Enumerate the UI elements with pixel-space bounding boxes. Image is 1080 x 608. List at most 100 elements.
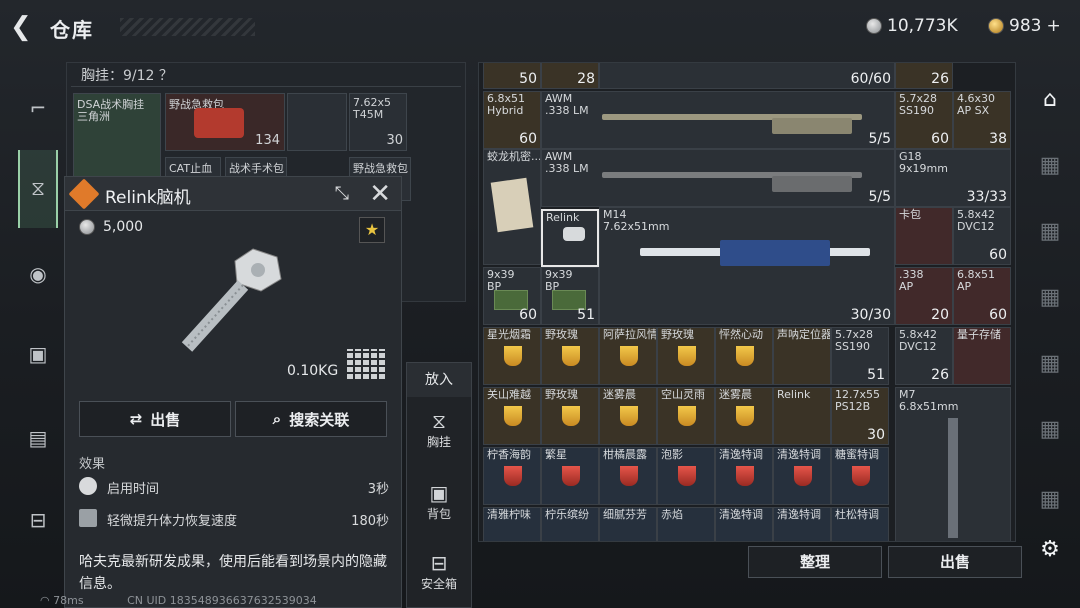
inventory-item-awm[interactable]: AWM .338 LM 5/5 [541,91,895,149]
tab-storage-4[interactable]: ▦ [1032,148,1068,184]
inventory-item[interactable]: 野玫瑰 [657,327,715,385]
first-aid-kit-slot[interactable]: 野战急救包 134 [165,93,285,151]
inventory-item[interactable]: 清逸特调 [773,507,831,541]
inventory-item[interactable]: 26 [895,63,953,89]
inventory-item[interactable]: 12.7x55 PS12B 30 [831,387,889,445]
ammo-slot[interactable]: 7.62x5 T45M 30 [349,93,407,151]
inventory-item[interactable]: 柠香海韵 [483,447,541,505]
inventory-item-relink-selected[interactable]: Relink [541,209,599,267]
inventory-item[interactable]: 关山难越 [483,387,541,445]
inventory-item[interactable]: 糖蜜特调 [831,447,889,505]
inventory-item[interactable]: 杜松特调 [831,507,889,541]
search-related-button[interactable]: ⌕ 搜索关联 [235,401,387,437]
inventory-item[interactable]: 空山灵雨 [657,387,715,445]
settings-gear-icon[interactable]: ⚙ [1032,532,1068,568]
sidebar-item-case[interactable]: ▤ [18,418,58,458]
inventory-item[interactable]: 5.7x28 SS190 51 [831,327,889,385]
tab-storage[interactable]: ▦ [1032,280,1068,316]
sidebar-item-helmet[interactable]: ◉ [18,254,58,294]
rifle-icon [948,418,958,538]
inventory-item[interactable]: 赤焰 [657,507,715,541]
storage-icon: ▦ [1039,487,1061,512]
inventory-item[interactable]: 细腻芬芳 [599,507,657,541]
inventory-item[interactable]: 清逸特调 [715,507,773,541]
tab-storage[interactable]: ▦ [1032,412,1068,448]
inventory-item-m7[interactable]: M7 6.8x51mm [895,387,1011,541]
inventory-item[interactable]: 4.6x30 AP SX 38 [953,91,1011,149]
sell-icon: ⇄ [129,410,143,428]
inventory-item[interactable]: 柠乐缤纷 [541,507,599,541]
inventory-item-g18[interactable]: G18 9x19mm 33/33 [895,149,1011,207]
silver-coin-icon [866,18,882,34]
sell-all-button[interactable]: 出售 [888,546,1022,578]
inventory-item[interactable]: Relink [773,387,831,445]
silver-currency: 10,773K [866,16,958,36]
silver-coin-icon [79,219,95,235]
vest-icon: ⧖ [30,176,46,200]
inventory-item[interactable]: 声呐定位器 [773,327,831,385]
inventory-item[interactable]: 5.8x42 DVC12 60 [953,207,1011,265]
tab-storage[interactable]: ▦ [1032,346,1068,382]
put-in-chest-rig[interactable]: ⧖ 胸挂 [407,409,471,450]
storage-icon: ▦ [1039,285,1061,310]
inventory-item[interactable]: 60/60 [599,63,895,89]
collapse-icon[interactable]: ⤡ [335,183,349,204]
sell-button[interactable]: ⇄ 出售 [79,401,231,437]
inventory-item[interactable]: 5.7x28 SS190 60 [895,91,953,149]
inventory-item[interactable]: 6.8x51 Hybrid 60 [483,91,541,149]
right-tabs: ⌂ ▦ ▦ ▦ ▦ ▦ ▦ ⚙ [1022,62,1080,608]
favorite-star-icon[interactable]: ★ [359,217,385,243]
drink-icon [620,346,638,366]
inventory-item[interactable]: 9x39 BP 51 [541,267,599,325]
inventory-item[interactable]: 繁星 [541,447,599,505]
inventory-item-document[interactable]: 蛟龙机密... [483,149,541,265]
inventory-item[interactable]: 5.8x42 DVC12 26 [895,327,953,385]
silver-amount: 10,773K [887,16,958,36]
put-in-panel: 放入 ⧖ 胸挂 ▣ 背包 ⊟ 安全箱 [406,362,472,608]
tab-warehouse[interactable]: ⌂ [1032,82,1068,118]
empty-slot[interactable] [287,93,347,151]
close-icon[interactable]: ✕ [369,179,391,209]
sidebar-item-chest-rig[interactable]: ⧖ [18,168,58,208]
inventory-item-m14[interactable]: M14 7.62x51mm 30/30 [599,207,895,325]
inventory-item[interactable]: 迷雾晨 [599,387,657,445]
storage-icon: ▦ [1039,219,1061,244]
inventory-item[interactable]: 野玫瑰 [541,327,599,385]
inventory-item[interactable]: 9x39 BP 60 [483,267,541,325]
put-in-backpack[interactable]: ▣ 背包 [407,481,471,522]
rarity-logo-icon [68,178,100,210]
inventory-item[interactable]: 量子存储 [953,327,1011,385]
inventory-item[interactable]: .338 AP 20 [895,267,953,325]
inventory-item[interactable]: 清逸特调 [773,447,831,505]
put-in-safe-box[interactable]: ⊟ 安全箱 [407,551,471,592]
sort-button[interactable]: 整理 [748,546,882,578]
gold-currency[interactable]: 983 + [988,16,1061,36]
case-icon: ▤ [28,426,48,450]
sidebar-item-toolbox[interactable]: ⊟ [18,500,58,540]
inventory-item[interactable]: 泡影 [657,447,715,505]
back-arrow-icon[interactable]: ❮ [10,12,40,42]
inventory-item[interactable]: 28 [541,63,599,89]
inventory-item[interactable]: 50 [483,63,541,89]
left-sidebar: ⌐ ⧖ ◉ ▣ ▤ ⊟ [12,62,60,608]
inventory-item[interactable]: 清逸特调 [715,447,773,505]
drink-icon [620,466,638,486]
drink-icon [678,406,696,426]
inventory-item[interactable]: 野玫瑰 [541,387,599,445]
inventory-item[interactable]: 星光烟霜 [483,327,541,385]
sidebar-item-weapons[interactable]: ⌐ [18,88,58,128]
add-gold-button[interactable]: + [1046,16,1060,36]
drink-icon [678,346,696,366]
inventory-item[interactable]: 卡包 [895,207,953,265]
tab-storage[interactable]: ▦ [1032,482,1068,518]
inventory-item[interactable]: 6.8x51 AP 60 [953,267,1011,325]
inventory-item-awm[interactable]: AWM .338 LM 5/5 [541,149,895,207]
inventory-item[interactable]: 清雅柠味 [483,507,541,541]
sidebar-item-backpack[interactable]: ▣ [18,334,58,374]
inventory-item[interactable]: 怦然心动 [715,327,773,385]
pistol-icon: ⌐ [29,96,47,120]
inventory-item[interactable]: 阿萨拉风情 [599,327,657,385]
inventory-item[interactable]: 迷雾晨 [715,387,773,445]
tab-storage[interactable]: ▦ [1032,214,1068,250]
inventory-item[interactable]: 柑橘晨露 [599,447,657,505]
